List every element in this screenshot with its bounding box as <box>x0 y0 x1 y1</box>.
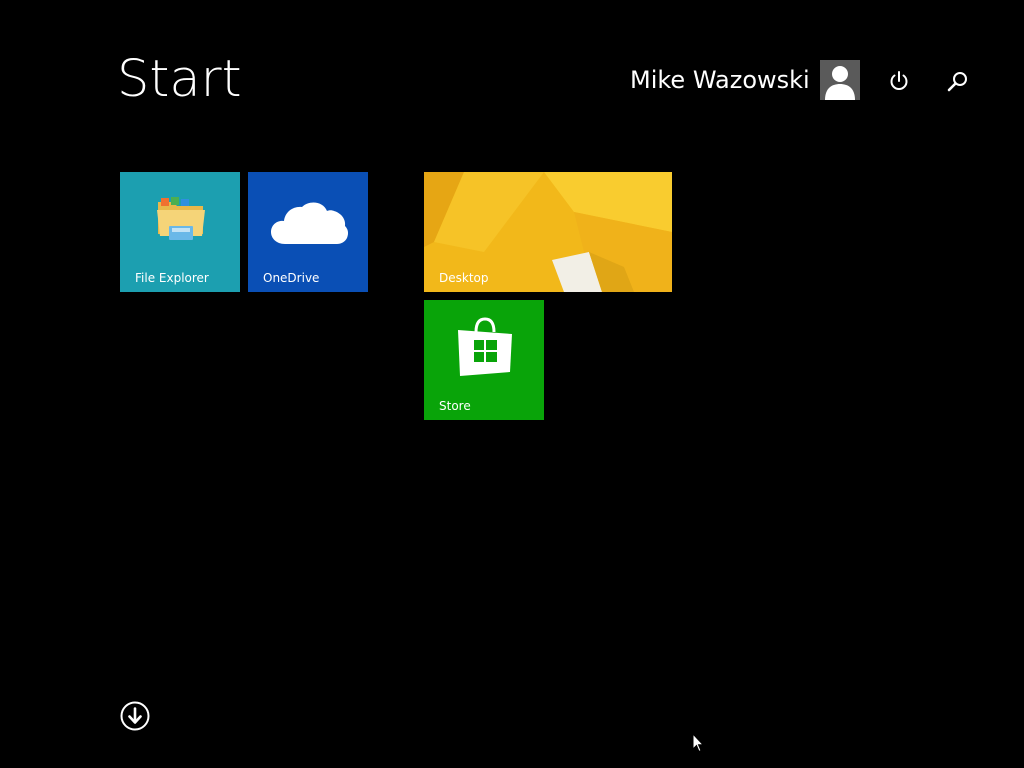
tile-onedrive[interactable]: OneDrive <box>248 172 368 292</box>
power-icon <box>890 71 908 90</box>
tile-label: File Explorer <box>135 271 209 285</box>
start-screen: Start Mike Wazowski File Explorer OneDri… <box>0 0 1024 768</box>
tile-file-explorer[interactable]: File Explorer <box>120 172 240 292</box>
cloud-icon <box>271 202 349 244</box>
tile-label: Store <box>439 399 471 413</box>
user-avatar-icon[interactable] <box>819 60 860 100</box>
store-bag-icon <box>458 317 512 376</box>
search-icon <box>947 72 967 92</box>
tile-store[interactable]: Store <box>424 300 544 420</box>
search-button[interactable] <box>943 66 973 96</box>
tile-label: OneDrive <box>263 271 320 285</box>
down-arrow-circle-icon <box>120 701 150 731</box>
mouse-cursor-icon <box>692 733 704 753</box>
folder-icon <box>157 197 205 240</box>
user-account[interactable]: Mike Wazowski <box>630 60 860 100</box>
tile-desktop[interactable]: Desktop <box>424 172 672 292</box>
page-title: Start <box>117 50 242 109</box>
power-button[interactable] <box>884 66 914 96</box>
all-apps-button[interactable] <box>120 701 150 731</box>
tile-label: Desktop <box>439 271 489 285</box>
user-name[interactable]: Mike Wazowski <box>630 60 810 100</box>
